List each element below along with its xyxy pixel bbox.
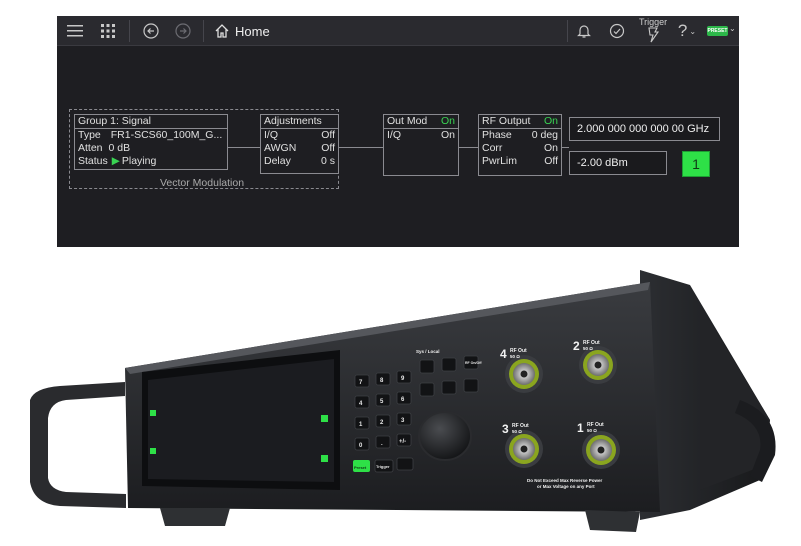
row-label: Corr — [482, 142, 503, 154]
rf-output-block[interactable]: RF Output On Phase 0 deg Corr On PwrLim Off — [478, 114, 562, 176]
awgn-row: AWGN Off — [261, 142, 338, 155]
rotary-knob — [418, 411, 472, 461]
frequency-field[interactable]: 2.000 000 000 000 00 GHz — [569, 117, 720, 141]
key-label: Trigger — [376, 464, 390, 469]
iq-row: I/Q On — [384, 129, 458, 142]
signal-group-block[interactable]: Group 1: Signal Type FR1-SCS60_100M_G...… — [74, 114, 228, 170]
phase-row: Phase 0 deg — [479, 129, 561, 142]
chevron-down-icon: ⌄ — [689, 26, 697, 36]
type-row: Type FR1-SCS60_100M_G... — [75, 129, 227, 142]
foot — [585, 510, 640, 532]
delay-row: Delay 0 s — [261, 155, 338, 168]
port-imp: 50 Ω — [587, 428, 597, 433]
connector-line — [339, 147, 383, 148]
divider — [129, 20, 130, 42]
connector-line — [562, 147, 569, 148]
divider — [567, 20, 568, 42]
status-badge: On — [543, 115, 558, 127]
out-mod-block[interactable]: Out Mod On I/Q On — [383, 114, 459, 176]
back-icon[interactable] — [139, 16, 163, 46]
amplitude-field[interactable]: -2.00 dBm — [569, 151, 667, 175]
row-label: Atten — [78, 142, 103, 154]
row-label: Status — [78, 155, 108, 167]
row-value: 0 deg — [531, 129, 558, 141]
vector-modulation-label: Vector Modulation — [160, 177, 245, 189]
row-value: Off — [544, 155, 558, 167]
row-value: Off — [321, 142, 335, 154]
top-bar: Home Trigger ? ⌄ PRESET ⌄ — [57, 16, 739, 46]
screen-indicator — [321, 415, 328, 422]
block-header: Group 1: Signal — [75, 115, 227, 129]
row-label: PwrLim — [482, 155, 518, 167]
nav-label: Sys / Local — [416, 349, 440, 354]
port-number: 3 — [502, 422, 509, 436]
adjustments-block[interactable]: Adjustments I/Q Off AWGN Off Delay 0 s — [260, 114, 339, 174]
status-badge: On — [440, 115, 455, 127]
screen-indicator — [321, 455, 328, 462]
forward-icon[interactable] — [171, 16, 195, 46]
block-title: Adjustments — [264, 115, 322, 127]
block-header: Out Mod On — [384, 115, 458, 129]
check-circle-icon[interactable] — [606, 16, 628, 46]
atten-row: Atten 0 dB — [75, 142, 227, 155]
port-imp: 50 Ω — [512, 429, 522, 434]
port-imp: 50 Ω — [583, 346, 593, 351]
row-label: Delay — [264, 155, 291, 167]
connector-line — [459, 147, 478, 148]
row-label: AWGN — [264, 142, 297, 154]
home-icon[interactable] — [212, 16, 232, 46]
block-header: RF Output On — [479, 115, 561, 129]
pwrlim-row: PwrLim Off — [479, 155, 561, 168]
warning-text: Do Not Exceed Max Reverse Power — [527, 478, 603, 483]
row-value: Playing — [121, 155, 157, 167]
block-title: Out Mod — [387, 115, 428, 127]
port-number: 1 — [577, 421, 584, 435]
key-label: Preset — [354, 465, 367, 470]
instrument-screen: Home Trigger ? ⌄ PRESET ⌄ Vector Modulat… — [57, 16, 739, 247]
port-imp: 50 Ω — [510, 354, 520, 359]
block-title: Group 1: Signal — [78, 115, 151, 127]
block-header: Adjustments — [261, 115, 338, 129]
row-value: FR1-SCS60_100M_G... — [110, 129, 223, 141]
key-label: RF On/Off — [465, 361, 482, 365]
row-label: Phase — [482, 129, 512, 141]
foot — [160, 508, 230, 526]
block-title: RF Output — [482, 115, 531, 127]
row-label: I/Q — [387, 129, 402, 141]
chevron-down-icon[interactable]: ⌄ — [729, 24, 736, 33]
key-label: +/- — [399, 439, 406, 445]
row-value: On — [440, 129, 455, 141]
row-label: Type — [78, 129, 101, 141]
port-number: 2 — [573, 339, 580, 353]
channel-button[interactable]: 1 — [682, 151, 710, 177]
row-value: Off — [321, 129, 335, 141]
row-value: On — [543, 142, 558, 154]
row-value: 0 dB — [108, 142, 131, 154]
row-value: 0 s — [320, 155, 335, 167]
left-handle — [30, 382, 126, 508]
menu-icon[interactable] — [63, 16, 87, 46]
iq-row: I/Q Off — [261, 129, 338, 142]
row-label: I/Q — [264, 129, 279, 141]
bell-icon[interactable] — [573, 16, 595, 46]
warning-text: or Max Voltage on any Port — [537, 484, 595, 489]
help-icon[interactable]: ? ⌄ — [674, 16, 700, 46]
status-row: Status ▶ Playing — [75, 155, 227, 168]
screen-content — [148, 359, 334, 482]
apps-grid-icon[interactable] — [96, 16, 120, 46]
trigger-icon[interactable] — [641, 24, 665, 46]
screen-indicator — [150, 448, 156, 454]
help-glyph: ? — [677, 21, 688, 40]
instrument-illustration: 4 RF Out 50 Ω 2 RF Out 50 Ω 3 RF Out 50 … — [30, 270, 776, 532]
corr-row: Corr On — [479, 142, 561, 155]
divider — [203, 20, 204, 42]
preset-badge[interactable]: PRESET — [707, 26, 728, 36]
page-title: Home — [235, 24, 270, 39]
screen-indicator — [150, 410, 156, 416]
play-icon: ▶ — [111, 155, 120, 167]
port-number: 4 — [500, 347, 507, 361]
